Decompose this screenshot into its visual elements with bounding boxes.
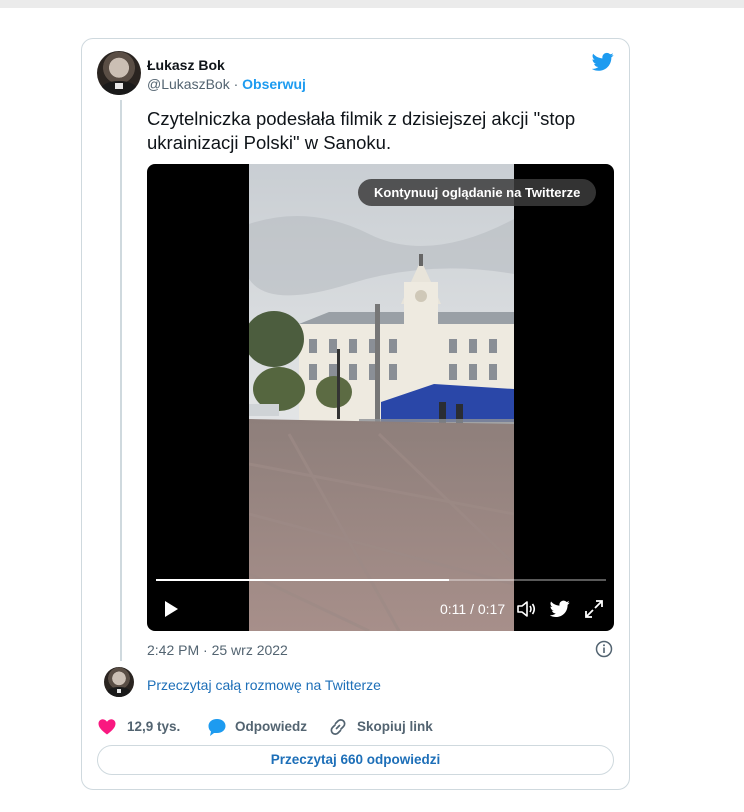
author-name[interactable]: Łukasz Bok bbox=[147, 57, 225, 73]
video-progress-fill bbox=[156, 579, 449, 581]
video-progress-bar[interactable] bbox=[156, 579, 606, 581]
follow-button[interactable]: Obserwuj bbox=[242, 76, 306, 92]
reply-button[interactable]: Odpowiedz bbox=[207, 717, 317, 737]
handle-separator: · bbox=[229, 76, 243, 92]
reply-label: Odpowiedz bbox=[235, 719, 307, 734]
page-top-bar bbox=[0, 0, 744, 8]
twitter-logo-icon[interactable] bbox=[592, 52, 614, 72]
read-conversation-link[interactable]: Przeczytaj całą rozmowę na Twitterze bbox=[147, 677, 381, 693]
play-icon[interactable] bbox=[163, 600, 179, 618]
continue-on-twitter-button[interactable]: Kontynuuj oglądanie na Twitterze bbox=[358, 179, 597, 206]
copy-link-label: Skopiuj link bbox=[357, 719, 433, 734]
conversation-avatar[interactable] bbox=[104, 667, 134, 697]
twitter-logo-video-icon[interactable] bbox=[550, 599, 570, 619]
video-time: 0:11 / 0:17 bbox=[440, 601, 506, 617]
link-icon bbox=[330, 719, 346, 735]
video-player[interactable]: Kontynuuj oglądanie na Twitterze 0:11 / … bbox=[147, 164, 614, 631]
info-icon[interactable] bbox=[595, 640, 613, 658]
tweet-text: Czytelniczka podesłała filmik z dzisiejs… bbox=[147, 108, 576, 153]
reply-bubble-icon bbox=[208, 719, 226, 736]
author-handle-line: @LukaszBok · Obserwuj bbox=[147, 76, 306, 92]
heart-icon bbox=[98, 719, 116, 735]
like-count: 12,9 tys. bbox=[127, 719, 181, 734]
read-replies-button[interactable]: Przeczytaj 660 odpowiedzi bbox=[97, 745, 614, 775]
video-frame[interactable] bbox=[249, 164, 514, 631]
author-handle[interactable]: @LukaszBok bbox=[147, 76, 230, 92]
fullscreen-icon[interactable] bbox=[584, 599, 604, 619]
author-avatar[interactable] bbox=[97, 51, 141, 95]
thread-line bbox=[120, 100, 122, 661]
like-button[interactable]: 12,9 tys. bbox=[97, 717, 187, 737]
tweet-timestamp[interactable]: 2:42 PM · 25 wrz 2022 bbox=[147, 642, 288, 658]
copy-link-button[interactable]: Skopiuj link bbox=[328, 717, 438, 737]
volume-icon[interactable] bbox=[516, 599, 536, 619]
